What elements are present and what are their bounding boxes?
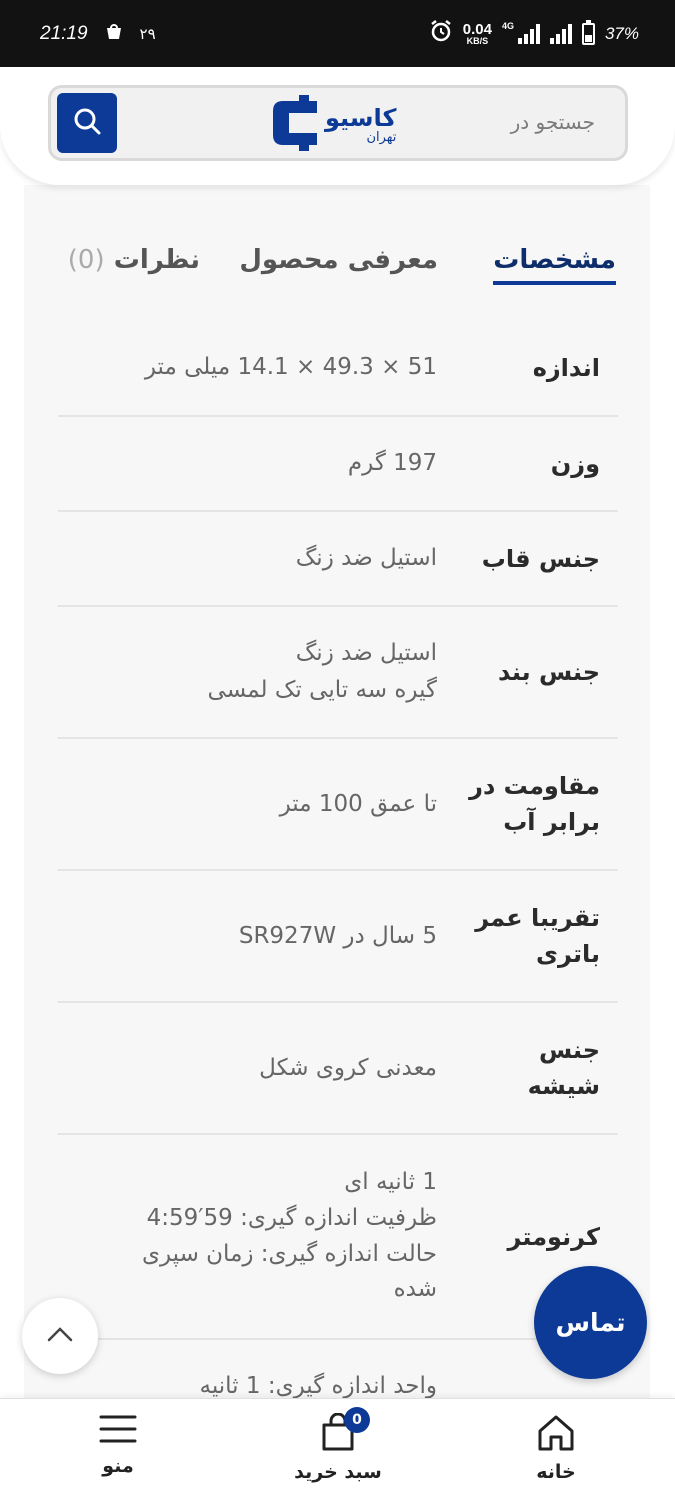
battery-icon xyxy=(581,19,595,45)
product-details-card: مشخصات معرفی محصول نظرات (0) اندازه 51 ×… xyxy=(24,185,650,1400)
spec-value: تا عمق 100 متر xyxy=(58,786,465,823)
spec-row: جنس قاب استیل ضد زنگ xyxy=(58,512,618,607)
spec-value-line: 197 گرم xyxy=(347,450,437,477)
spec-value-line: تا عمق 100 متر xyxy=(279,790,437,817)
status-right: 0.04 KB/S 4G 37% xyxy=(429,19,639,48)
signal-icon-2 xyxy=(549,23,572,44)
signal-icon xyxy=(517,23,540,44)
spec-label: تقریبا عمر باتری xyxy=(475,904,600,968)
scroll-to-top-button[interactable] xyxy=(22,1298,98,1374)
home-icon xyxy=(536,1413,576,1455)
search-bar[interactable]: کاسیو تهران جستجو در xyxy=(48,85,628,161)
status-left: 21:19 ۲۹ xyxy=(40,21,156,47)
spec-value-line: حالت اندازه گیری: زمان سپری xyxy=(141,1240,437,1267)
nav-cart[interactable]: 0 سبد خرید xyxy=(278,1407,398,1483)
net-speed-value: 0.04 xyxy=(462,20,492,38)
spec-row: جنس شیشه معدنی کروی شکل xyxy=(58,1003,618,1135)
nav-menu[interactable]: منو xyxy=(58,1413,178,1477)
nav-cart-label: سبد خرید xyxy=(294,1461,382,1483)
status-time: 21:19 xyxy=(40,22,88,44)
shopping-bag-icon xyxy=(318,1412,358,1455)
cart-count-badge: 0 xyxy=(344,1407,370,1433)
alarm-icon xyxy=(429,19,453,48)
tab-specifications[interactable]: مشخصات xyxy=(493,245,616,285)
cart-icon-wrap: 0 xyxy=(318,1407,370,1455)
tab-reviews[interactable]: نظرات (0) xyxy=(68,245,200,275)
spec-value-line: ظرفیت اندازه گیری: 59′4:59 xyxy=(146,1204,437,1231)
spec-row: تقریبا عمر باتری 5 سال در SR927W xyxy=(58,871,618,1003)
spec-value: معدنی کروی شکل xyxy=(58,1050,465,1087)
spec-value-line: شده xyxy=(393,1276,437,1303)
spec-value-line: استیل ضد زنگ xyxy=(295,545,437,572)
spec-value: 51 × 49.3 × 14.1 میلی متر xyxy=(58,349,465,386)
logo-text: کاسیو تهران xyxy=(325,103,397,146)
spec-value-line: 5 سال در SR927W xyxy=(238,922,437,949)
shopping-bag-icon xyxy=(104,21,124,47)
spec-label: کرنومتر xyxy=(507,1222,600,1251)
site-logo[interactable]: کاسیو تهران xyxy=(269,94,419,156)
bottom-navigation: منو 0 سبد خرید خانه xyxy=(0,1398,675,1500)
spec-label: اندازه xyxy=(532,353,600,382)
spec-row: کرنومتر 1 ثانیه ای ظرفیت اندازه گیری: 59… xyxy=(58,1135,618,1340)
spec-label: جنس قاب xyxy=(481,544,600,573)
spec-value: واحد اندازه گیری: 1 ثانیه xyxy=(58,1368,465,1400)
spec-value-line: استیل ضد زنگ xyxy=(295,640,437,667)
spec-value-line: 1 ثانیه ای xyxy=(344,1169,437,1196)
spec-value-line: گیره سه تایی تک لمسی xyxy=(207,677,437,703)
spec-value: 1 ثانیه ای ظرفیت اندازه گیری: 59′4:59 حا… xyxy=(58,1165,465,1308)
spec-value: استیل ضد زنگ گیره سه تایی تک لمسی xyxy=(58,635,465,709)
spec-row: جنس بند استیل ضد زنگ گیره سه تایی تک لمس… xyxy=(58,607,618,739)
spec-label: وزن xyxy=(550,449,600,478)
status-bar: 21:19 ۲۹ 0.04 KB/S 4G 37% xyxy=(0,0,675,67)
spec-row: مقاومت در برابر آب تا عمق 100 متر xyxy=(58,739,618,871)
notification-count: ۲۹ xyxy=(139,25,156,43)
site-header: کاسیو تهران جستجو در xyxy=(0,67,675,185)
spec-row: اندازه 51 × 49.3 × 14.1 میلی متر xyxy=(58,320,618,417)
spec-row: وزن 197 گرم xyxy=(58,417,618,512)
tab-reviews-label: نظرات xyxy=(113,245,200,275)
nav-home-label: خانه xyxy=(536,1461,576,1483)
net-speed-unit: KB/S xyxy=(466,35,489,46)
logo-sub-text: تهران xyxy=(366,130,397,146)
menu-icon xyxy=(99,1413,137,1449)
battery-percent: 37% xyxy=(604,23,639,43)
contact-button[interactable]: تماس xyxy=(534,1266,647,1379)
nav-home[interactable]: خانه xyxy=(496,1413,616,1483)
spec-label: مقاومت در برابر آب xyxy=(469,772,600,836)
spec-value: 197 گرم xyxy=(58,445,465,482)
tab-reviews-count: (0) xyxy=(67,245,105,275)
spec-label: جنس شیشه xyxy=(527,1036,600,1100)
spec-value-line: واحد اندازه گیری: 1 ثانیه xyxy=(199,1373,437,1399)
spec-value: استیل ضد زنگ xyxy=(58,540,465,577)
logo-main-text: کاسیو xyxy=(325,103,397,132)
logo-mark-icon xyxy=(269,95,319,155)
product-tabs: مشخصات معرفی محصول نظرات (0) xyxy=(58,245,616,295)
spec-label: جنس بند xyxy=(497,658,600,686)
net-speed: 0.04 KB/S xyxy=(463,22,492,46)
spec-row: واحد اندازه گیری: 1 ثانیه xyxy=(58,1340,618,1400)
search-icon xyxy=(71,105,103,141)
network-type: 4G xyxy=(501,21,514,31)
spec-table: اندازه 51 × 49.3 × 14.1 میلی متر وزن 197… xyxy=(58,320,618,1400)
spec-value-line: معدنی کروی شکل xyxy=(259,1054,437,1081)
spec-value: 5 سال در SR927W xyxy=(58,918,465,955)
tab-product-intro[interactable]: معرفی محصول xyxy=(239,245,438,275)
nav-menu-label: منو xyxy=(102,1455,134,1477)
search-input[interactable]: جستجو در xyxy=(511,110,595,134)
chevron-up-icon xyxy=(46,1325,74,1347)
search-button[interactable] xyxy=(57,93,117,153)
spec-value-line: 51 × 49.3 × 14.1 میلی متر xyxy=(144,354,437,381)
